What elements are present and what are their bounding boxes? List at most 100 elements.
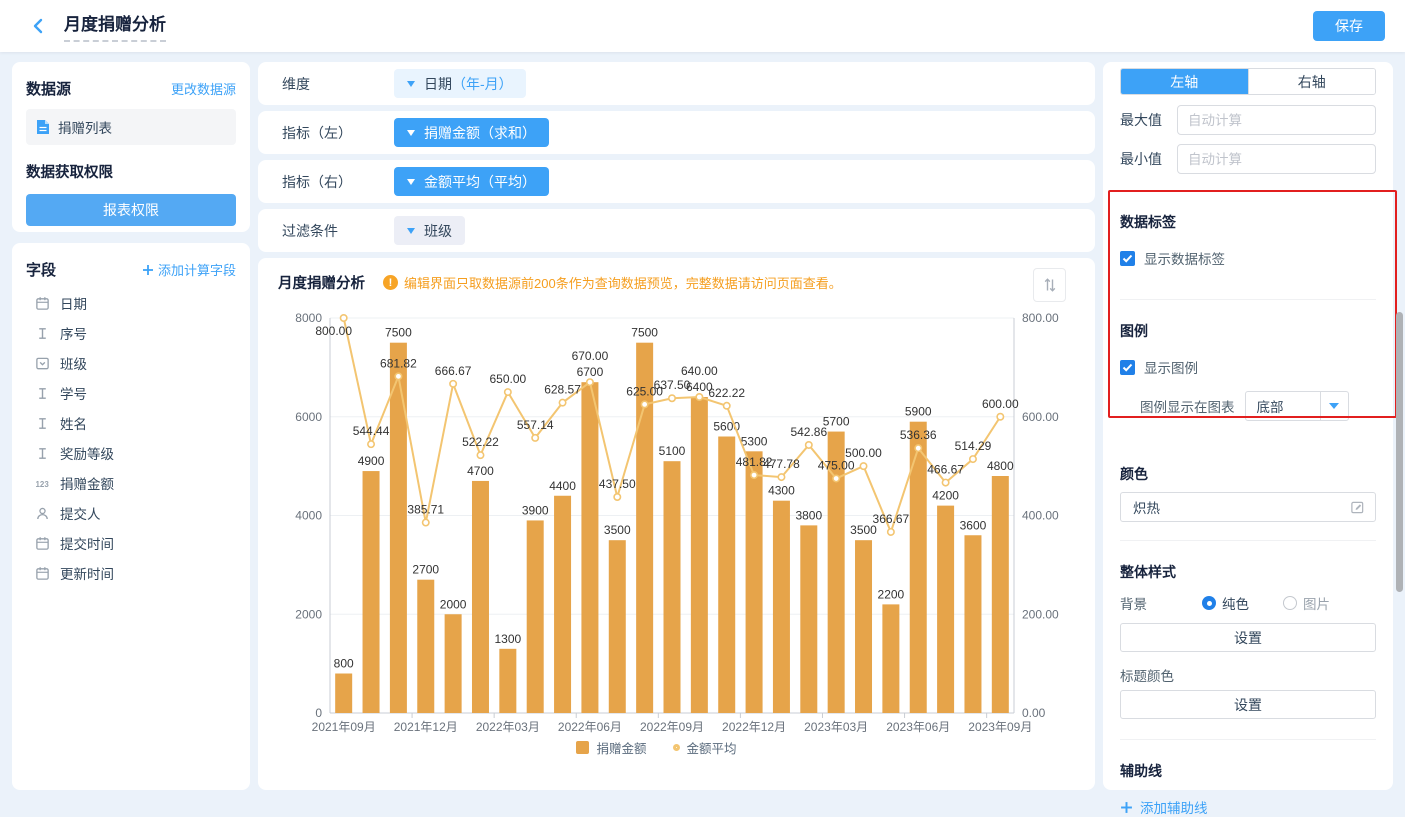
field-item[interactable]: 班级 (26, 348, 236, 378)
svg-text:542.86: 542.86 (790, 425, 827, 439)
document-icon (36, 119, 50, 135)
svg-text:800: 800 (334, 657, 354, 671)
calendar-icon (34, 536, 51, 551)
show-data-label-checkbox[interactable]: 显示数据标签 (1120, 248, 1376, 268)
legend-item-line[interactable]: 金额平均 (673, 738, 737, 757)
scrollbar-thumb[interactable] (1396, 312, 1403, 592)
radio-unchecked-icon (1283, 596, 1297, 610)
config-row-dimension: 维度日期（年-月） (258, 62, 1095, 105)
field-label: 提交时间 (60, 533, 114, 553)
field-item[interactable]: 日期 (26, 288, 236, 318)
datasource-name: 捐赠列表 (58, 117, 112, 137)
field-item[interactable]: 学号 (26, 378, 236, 408)
change-datasource-link[interactable]: 更改数据源 (171, 79, 236, 98)
data-label-section-title: 数据标签 (1120, 212, 1376, 232)
svg-text:200.00: 200.00 (1022, 607, 1059, 621)
config-label: 指标（左） (282, 123, 394, 143)
field-label: 奖励等级 (60, 443, 114, 463)
save-button[interactable]: 保存 (1313, 11, 1385, 41)
background-label: 背景 (1120, 593, 1202, 613)
page-title: 月度捐赠分析 (64, 10, 166, 42)
field-item[interactable]: 更新时间 (26, 558, 236, 588)
caret-down-icon (407, 179, 415, 185)
svg-text:0: 0 (315, 706, 322, 720)
max-value-input[interactable] (1177, 105, 1376, 135)
svg-text:557.14: 557.14 (517, 418, 554, 432)
radio-checked-icon (1202, 596, 1216, 610)
plus-icon (142, 264, 154, 276)
field-label: 捐赠金额 (60, 473, 114, 493)
max-value-label: 最大值 (1120, 110, 1165, 130)
bg-radio-solid-color[interactable]: 纯色 (1202, 593, 1249, 613)
svg-text:7500: 7500 (385, 326, 412, 340)
svg-text:2000: 2000 (295, 607, 322, 621)
field-item[interactable]: 123捐赠金额 (26, 468, 236, 498)
report-permission-button[interactable]: 报表权限 (26, 194, 236, 226)
title-color-setting-button[interactable]: 设置 (1120, 690, 1376, 719)
field-item[interactable]: 奖励等级 (26, 438, 236, 468)
legend-item-bar[interactable]: 捐赠金额 (576, 738, 646, 757)
datasource-item[interactable]: 捐赠列表 (26, 109, 236, 145)
metric-left-pill[interactable]: 捐赠金额（求和） (394, 118, 549, 147)
tab-left-axis[interactable]: 左轴 (1121, 69, 1248, 94)
svg-text:2700: 2700 (412, 563, 439, 577)
svg-text:4000: 4000 (295, 509, 322, 523)
svg-text:681.82: 681.82 (380, 356, 417, 370)
config-label: 指标（右） (282, 172, 394, 192)
svg-text:3800: 3800 (795, 508, 822, 522)
svg-text:637.50: 637.50 (654, 378, 691, 392)
add-calc-field-link[interactable]: 添加计算字段 (142, 260, 236, 279)
svg-text:5900: 5900 (905, 405, 932, 419)
background-radio-group: 纯色 图片 (1202, 593, 1364, 613)
svg-text:4200: 4200 (932, 489, 959, 503)
select-icon (34, 356, 51, 371)
background-setting-button[interactable]: 设置 (1120, 623, 1376, 652)
chevron-left-icon (30, 17, 48, 35)
preview-notice: ! 编辑界面只取数据源前200条作为查询数据预览，完整数据请访问页面查看。 (383, 273, 842, 292)
filter-pill[interactable]: 班级 (394, 216, 465, 245)
svg-text:385.71: 385.71 (407, 503, 444, 517)
field-label: 序号 (60, 323, 87, 343)
legend-position-select[interactable]: 底部 (1245, 391, 1349, 421)
svg-text:2021年12月: 2021年12月 (394, 720, 458, 734)
field-label: 提交人 (60, 503, 101, 523)
field-item[interactable]: 提交时间 (26, 528, 236, 558)
app-header: 月度捐赠分析 保存 (0, 0, 1405, 52)
settings-panel: 左轴右轴 最大值 最小值 数据标签 显示数据标签 图例 显示图例 图例显示在图表… (1103, 62, 1393, 790)
min-value-input[interactable] (1177, 144, 1376, 174)
svg-text:4400: 4400 (549, 479, 576, 493)
svg-text:628.57: 628.57 (544, 383, 581, 397)
bg-radio-image[interactable]: 图片 (1283, 593, 1330, 613)
svg-text:6700: 6700 (577, 365, 604, 379)
field-item[interactable]: 提交人 (26, 498, 236, 528)
field-item[interactable]: 姓名 (26, 408, 236, 438)
sort-arrows-icon (1042, 276, 1058, 294)
svg-text:6000: 6000 (295, 410, 322, 424)
tab-right-axis[interactable]: 右轴 (1248, 69, 1376, 94)
color-scheme-picker[interactable]: 炽热 (1120, 492, 1376, 522)
svg-text:600.00: 600.00 (1022, 410, 1059, 424)
field-list: 日期序号班级学号姓名奖励等级 123捐赠金额提交人提交时间更新时间 (26, 288, 236, 588)
field-item[interactable]: 序号 (26, 318, 236, 348)
svg-text:522.22: 522.22 (462, 435, 499, 449)
svg-text:800.00: 800.00 (1022, 311, 1059, 325)
svg-text:670.00: 670.00 (572, 349, 609, 363)
title-color-label: 标题颜色 (1120, 665, 1376, 685)
fields-panel: 字段 添加计算字段 日期序号班级学号姓名奖励等级123捐赠金额提交人提交时间更新… (12, 243, 250, 790)
text-icon (34, 326, 51, 341)
svg-text:2000: 2000 (440, 597, 467, 611)
svg-text:475.00: 475.00 (818, 458, 855, 472)
svg-text:400.00: 400.00 (1022, 509, 1059, 523)
swap-axes-button[interactable] (1033, 268, 1066, 302)
field-label: 姓名 (60, 413, 87, 433)
back-button[interactable] (24, 11, 54, 41)
text-icon (34, 386, 51, 401)
legend-section-title: 图例 (1120, 321, 1376, 341)
donation-chart: 00.002000200.004000400.006000600.0080008… (258, 258, 1095, 790)
show-legend-checkbox[interactable]: 显示图例 (1120, 357, 1376, 377)
svg-text:2022年09月: 2022年09月 (640, 720, 704, 734)
metric-right-pill[interactable]: 金额平均（平均） (394, 167, 549, 196)
dimension-pill[interactable]: 日期（年-月） (394, 69, 526, 98)
svg-text:544.44: 544.44 (353, 424, 390, 438)
add-guide-line-link[interactable]: 添加辅助线 (1120, 797, 1376, 817)
